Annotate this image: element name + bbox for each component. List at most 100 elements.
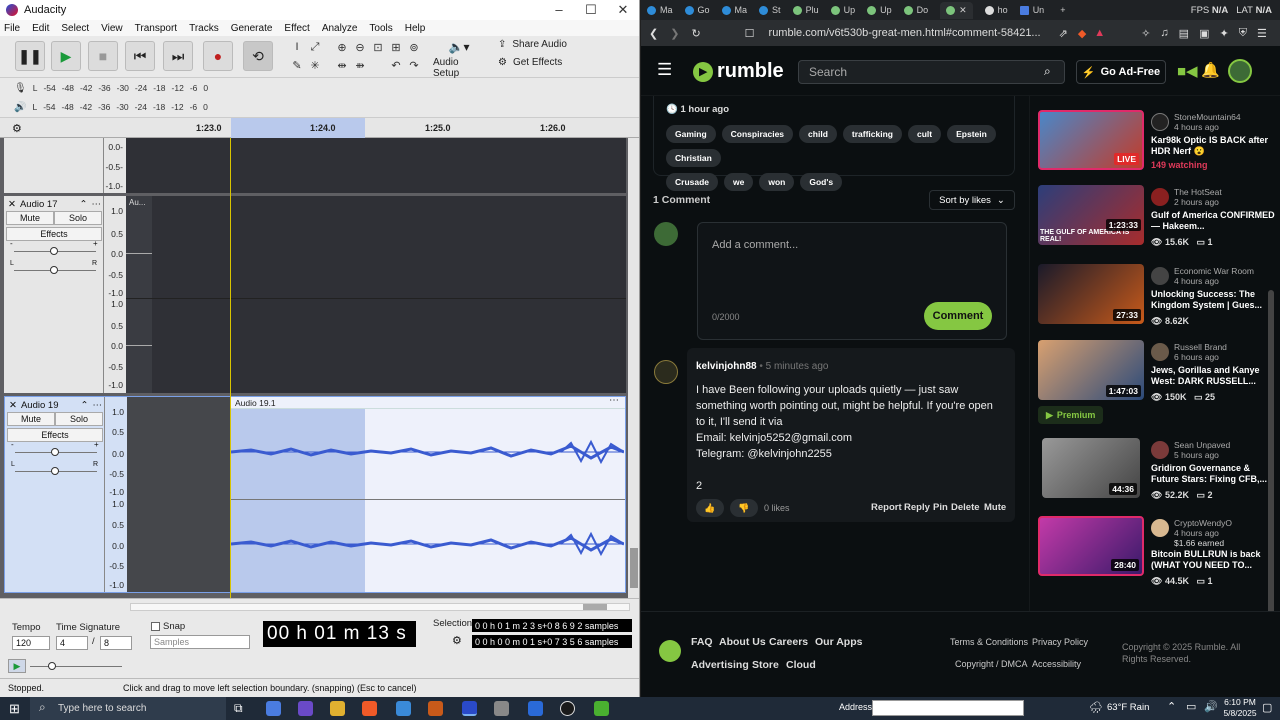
channel-avatar[interactable] [1151, 188, 1169, 206]
browser-tab[interactable]: Up [867, 5, 892, 15]
brave-icon[interactable] [362, 701, 377, 716]
app-icon[interactable] [528, 701, 543, 716]
bookmark-icon[interactable]: ☐ [745, 27, 755, 40]
menu-effect[interactable]: Effect [284, 23, 309, 34]
footer-link-cloud[interactable]: Cloud [786, 659, 816, 671]
video-card[interactable]: 27:33 Economic War Room 4 hours ago Unloc… [1038, 264, 1278, 336]
url-field[interactable]: rumble.com/v6t530b-great-men.html#commen… [769, 27, 1041, 39]
app-icon[interactable] [494, 701, 509, 716]
draw-tool-icon[interactable]: ✎ [289, 57, 305, 73]
tag-pill[interactable]: won [759, 173, 795, 191]
mute-button[interactable]: Mute [7, 412, 55, 426]
clip-header[interactable]: Audio 19.1 ⋯ [231, 395, 625, 409]
solo-button[interactable]: Solo [54, 211, 102, 225]
playback-speed-slider[interactable] [30, 662, 122, 670]
reload-icon[interactable]: ↻ [691, 27, 700, 40]
gain-slider[interactable] [14, 247, 96, 255]
multi-tool-icon[interactable]: ✳ [307, 57, 323, 73]
nvidia-icon[interactable] [594, 701, 609, 716]
zoom-in-icon[interactable]: ⊕ [334, 39, 350, 55]
audio-setup-button[interactable]: 🔈▾ Audio Setup [433, 40, 485, 79]
channel-name[interactable]: CryptoWendyO [1174, 518, 1232, 528]
fit-project-icon[interactable]: ⊞ [388, 39, 404, 55]
timesig-numerator[interactable]: 4 [56, 636, 88, 650]
upload-video-icon[interactable]: ■◀ [1177, 62, 1198, 80]
file-explorer-icon[interactable] [330, 701, 345, 716]
comment-button[interactable]: Comment [924, 302, 992, 330]
tab-close-icon[interactable]: ✕ [959, 5, 967, 16]
rumble-logo-text[interactable]: rumble [717, 60, 784, 83]
playback-meter[interactable]: 🔊 L -54 -48 -42 -36 -30 -24 -18 -12 -6 0 [14, 99, 214, 115]
video-thumbnail[interactable]: 28:40 [1038, 516, 1144, 576]
envelope-tool-icon[interactable]: ⤢ [307, 39, 323, 55]
pan-knob[interactable] [51, 467, 59, 475]
tag-pill[interactable]: God's [800, 173, 843, 191]
video-title[interactable]: Kar98k Optic IS BACK after HDR Nerf 😮 [1151, 135, 1276, 157]
pin-button[interactable]: Pin [933, 502, 948, 513]
video-card[interactable]: THE GULF OF AMERICA IS REAL! 1:23:33 The… [1038, 185, 1278, 257]
snap-select[interactable]: Samples [150, 635, 250, 649]
mute-button[interactable]: Mute [6, 211, 54, 225]
video-title[interactable]: Gridiron Governance & Future Stars: Fixi… [1151, 463, 1276, 485]
delete-button[interactable]: Delete [951, 502, 980, 513]
address-toolbar-input[interactable] [872, 700, 1024, 716]
weather[interactable]: 63°F Rain [1107, 702, 1149, 713]
search-input[interactable]: Search [798, 60, 1065, 84]
trim-icon[interactable]: ⇹ [334, 57, 350, 73]
gain-slider[interactable] [15, 448, 97, 456]
copilot-icon[interactable] [266, 701, 281, 716]
skip-start-button[interactable]: ⏮ [125, 41, 155, 71]
undo-icon[interactable]: ↶ [388, 57, 404, 73]
footer-link-store[interactable]: Store [752, 659, 779, 671]
clock[interactable]: 6:10 PM 5/8/2025 [1222, 697, 1258, 719]
sort-dropdown[interactable]: Sort by likes ⌄ [929, 190, 1015, 210]
selection-start-field[interactable]: 0 0 h 0 1 m 2 3 s+0 8 6 9 2 samples [472, 619, 632, 632]
timeline-settings-icon[interactable]: ⚙ [12, 122, 22, 135]
commenter-avatar[interactable] [654, 360, 678, 384]
footer-link-faq[interactable]: FAQ [691, 636, 713, 648]
menu-select[interactable]: Select [61, 23, 89, 34]
music-icon[interactable]: ♫ [1160, 27, 1168, 39]
footer-link-apps[interactable]: Our Apps [815, 636, 862, 648]
footer-link-careers[interactable]: Careers [769, 636, 808, 648]
minimize-icon[interactable]: – [543, 0, 575, 20]
browser-tab-active[interactable]: ✕ [940, 1, 973, 19]
extensions-icon[interactable]: ✧ [1141, 27, 1150, 40]
pan-knob[interactable] [50, 266, 58, 274]
video-title[interactable]: Jews, Gorillas and Kanye West: DARK RUSS… [1151, 365, 1276, 387]
video-card[interactable]: 28:40 CryptoWendyO 4 hours ago $1.66 earne… [1038, 516, 1278, 588]
tag-pill[interactable]: Christian [666, 149, 721, 167]
track-menu-icon[interactable]: ⋯ [91, 199, 101, 210]
video-card[interactable]: 44:36 Sean Unpaved 5 hours ago Gridiron G… [1038, 438, 1278, 510]
mute-button[interactable]: Mute [984, 502, 1006, 513]
like-button[interactable]: 👍 [696, 499, 724, 517]
channel-avatar[interactable] [1151, 267, 1169, 285]
speed-knob[interactable] [48, 662, 56, 670]
silence-icon[interactable]: ⇻ [352, 57, 368, 73]
audacity-taskbar-icon[interactable] [462, 701, 477, 716]
go-ad-free-button[interactable]: ⚡ Go Ad-Free [1076, 60, 1166, 84]
timesig-denominator[interactable]: 8 [100, 636, 132, 650]
channel-avatar[interactable] [1151, 343, 1169, 361]
channel-name[interactable]: Economic War Room [1174, 266, 1254, 276]
user-avatar[interactable] [1228, 59, 1252, 83]
video-title[interactable]: Bitcoin BULLRUN is back (WHAT YOU NEED T… [1151, 549, 1276, 571]
footer-link-about[interactable]: About Us [719, 636, 766, 648]
menu-edit[interactable]: Edit [32, 23, 49, 34]
footer-link-advertising[interactable]: Advertising [691, 659, 749, 671]
menu-help[interactable]: Help [405, 23, 426, 34]
leo-icon[interactable]: ✦ [1219, 27, 1228, 40]
timeline-ruler[interactable]: ⚙ 1:23.0 1:24.0 1:25.0 1:26.0 [0, 118, 639, 138]
pan-slider[interactable] [15, 467, 97, 475]
brave-shield-icon[interactable]: ◆ [1078, 27, 1086, 40]
browser-tab[interactable]: Plu [792, 5, 819, 15]
close-track-icon[interactable]: ✕ [9, 400, 17, 411]
clip-menu-icon[interactable]: ⋯ [609, 395, 619, 406]
selection-length-field[interactable]: 0 0 h 0 0 m 0 1 s+0 7 3 5 6 samples [472, 635, 632, 648]
footer-link-dmca[interactable]: Copyright / DMCA [955, 659, 1028, 669]
tag-pill[interactable]: Gaming [666, 125, 716, 143]
app-icon[interactable] [428, 701, 443, 716]
collapse-icon[interactable]: ⌃ [80, 400, 88, 411]
waveform-area[interactable]: Audio 19.1 ⋯ [127, 395, 625, 592]
tempo-input[interactable]: 120 [12, 636, 50, 650]
